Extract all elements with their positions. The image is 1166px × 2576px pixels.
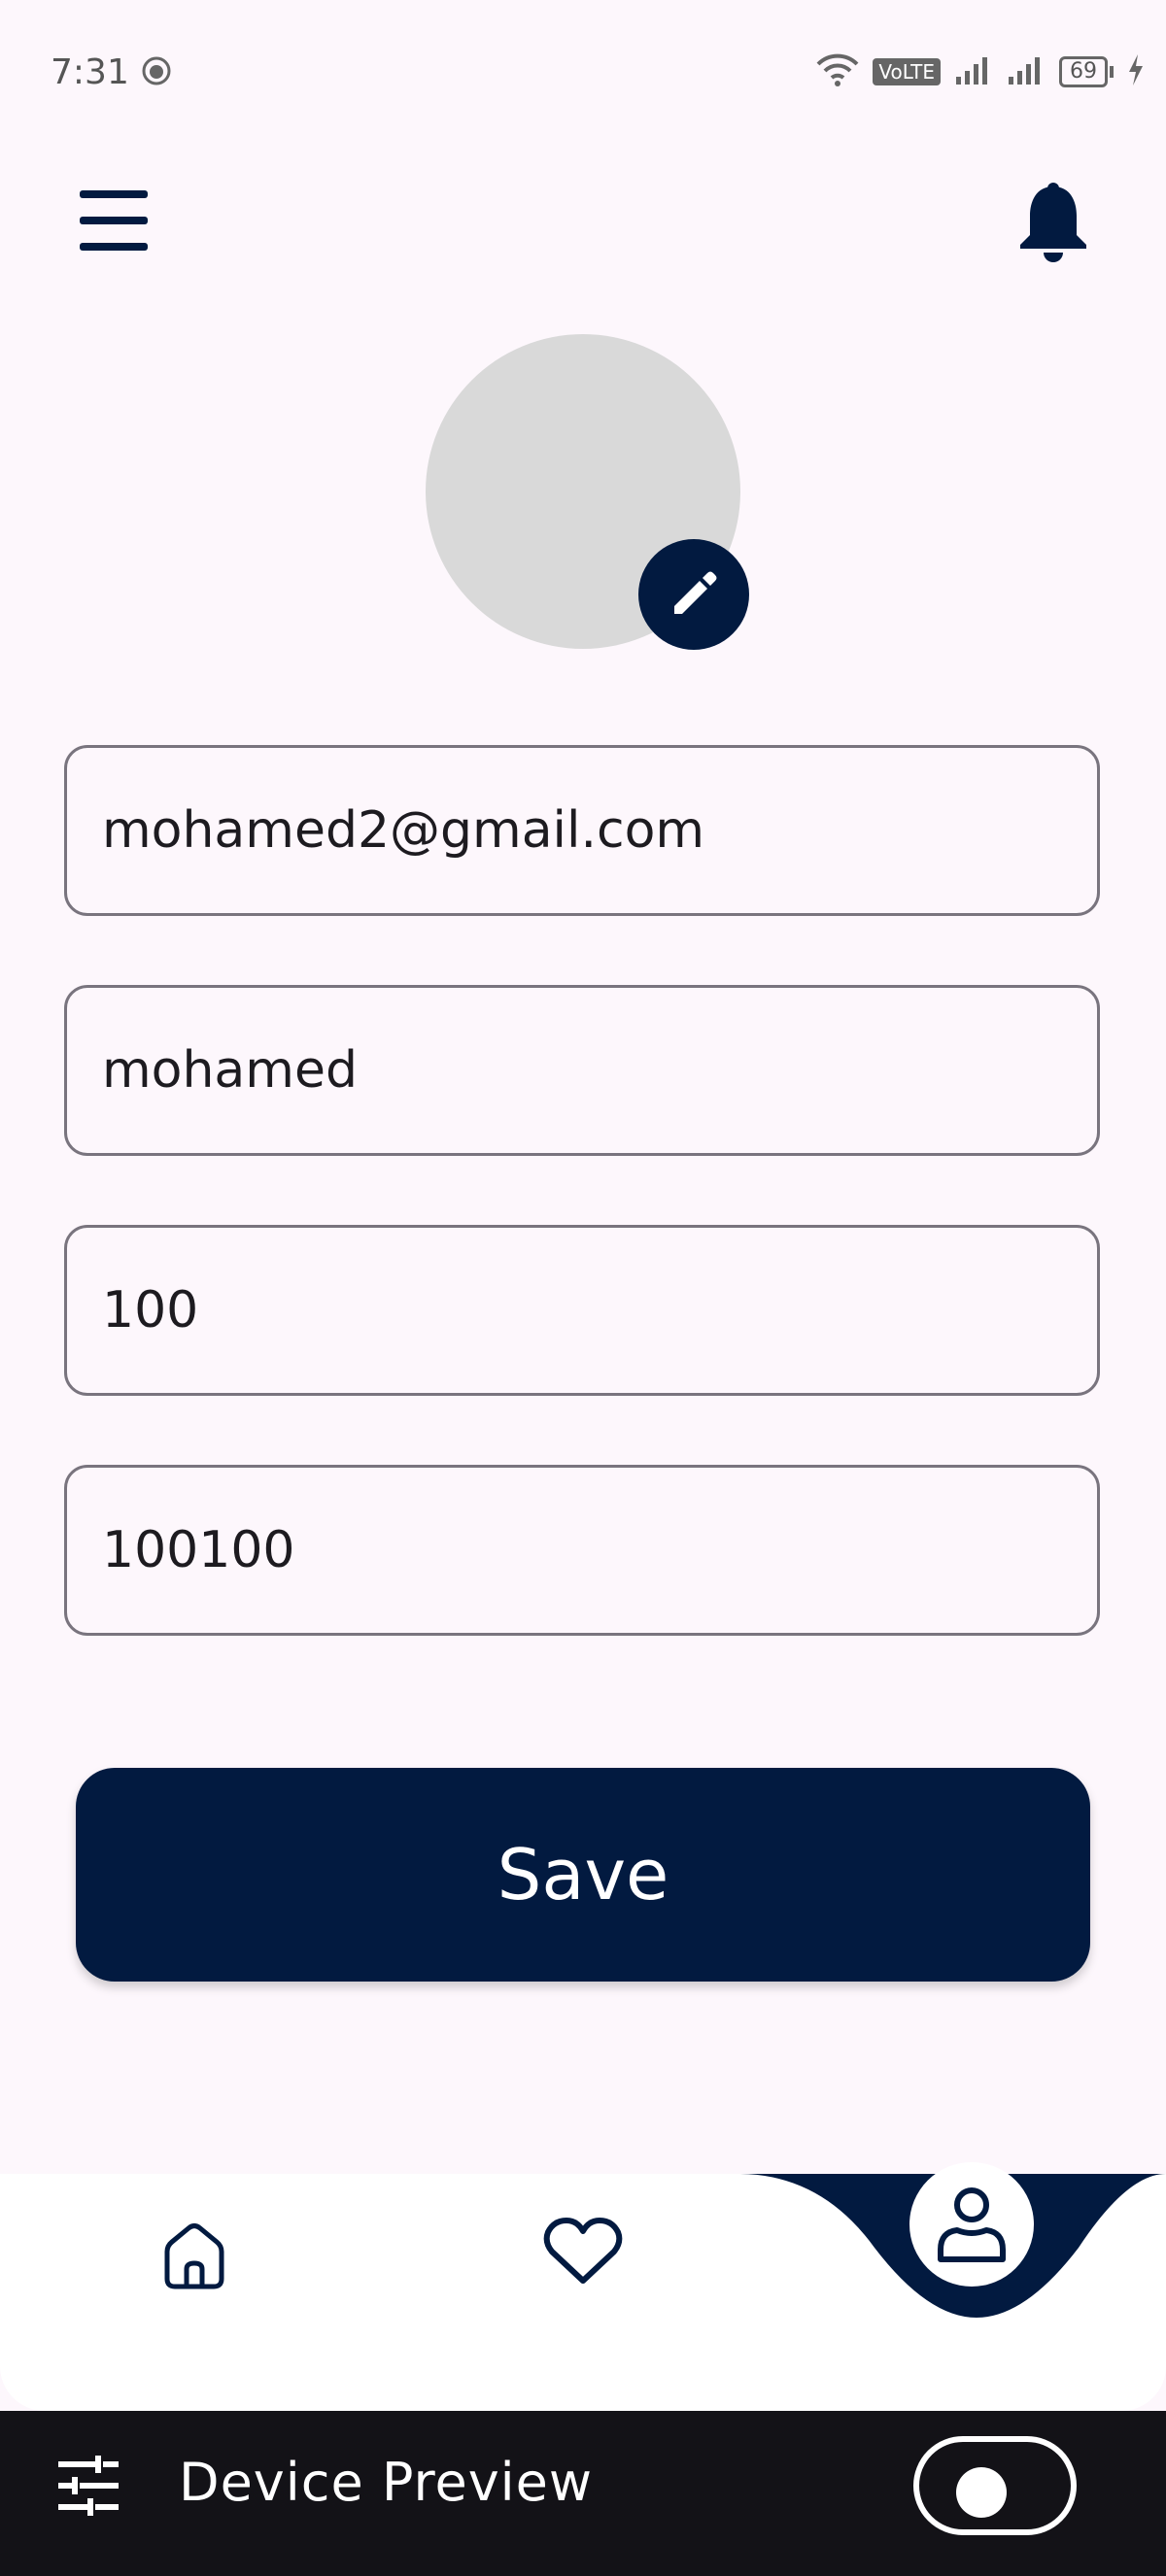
toggle-knob — [956, 2467, 1007, 2518]
battery-level: 69 — [1059, 56, 1108, 87]
device-preview-toggle[interactable] — [913, 2436, 1077, 2535]
nav-profile[interactable] — [909, 2162, 1034, 2287]
sliders-icon[interactable] — [56, 2456, 120, 2516]
notification-face-icon — [142, 56, 171, 85]
person-icon — [938, 2187, 1006, 2262]
charging-icon — [1127, 53, 1145, 90]
name-field[interactable] — [64, 985, 1100, 1156]
code-field[interactable] — [64, 1465, 1100, 1636]
status-time: 7:31 — [51, 52, 129, 92]
save-button[interactable]: Save — [76, 1768, 1090, 1982]
volte-badge: VoLTE — [873, 58, 941, 85]
wifi-icon — [816, 52, 859, 91]
edit-avatar-button[interactable] — [638, 539, 749, 650]
heart-icon — [543, 2218, 623, 2284]
bell-icon — [1020, 183, 1086, 262]
nav-home[interactable] — [159, 2220, 229, 2290]
nav-favorites[interactable] — [542, 2217, 624, 2287]
signal-icon-2 — [1007, 53, 1046, 90]
email-field[interactable] — [64, 745, 1100, 916]
battery-icon: 69 — [1059, 56, 1114, 87]
menu-icon — [80, 190, 148, 251]
notifications-button[interactable] — [1016, 181, 1090, 262]
status-icons: VoLTE 69 — [816, 52, 1145, 91]
home-icon — [164, 2223, 224, 2289]
menu-button[interactable] — [80, 190, 148, 251]
pencil-icon — [674, 571, 717, 614]
number-field[interactable] — [64, 1225, 1100, 1396]
signal-icon — [954, 53, 993, 90]
device-preview-label: Device Preview — [179, 2452, 594, 2513]
